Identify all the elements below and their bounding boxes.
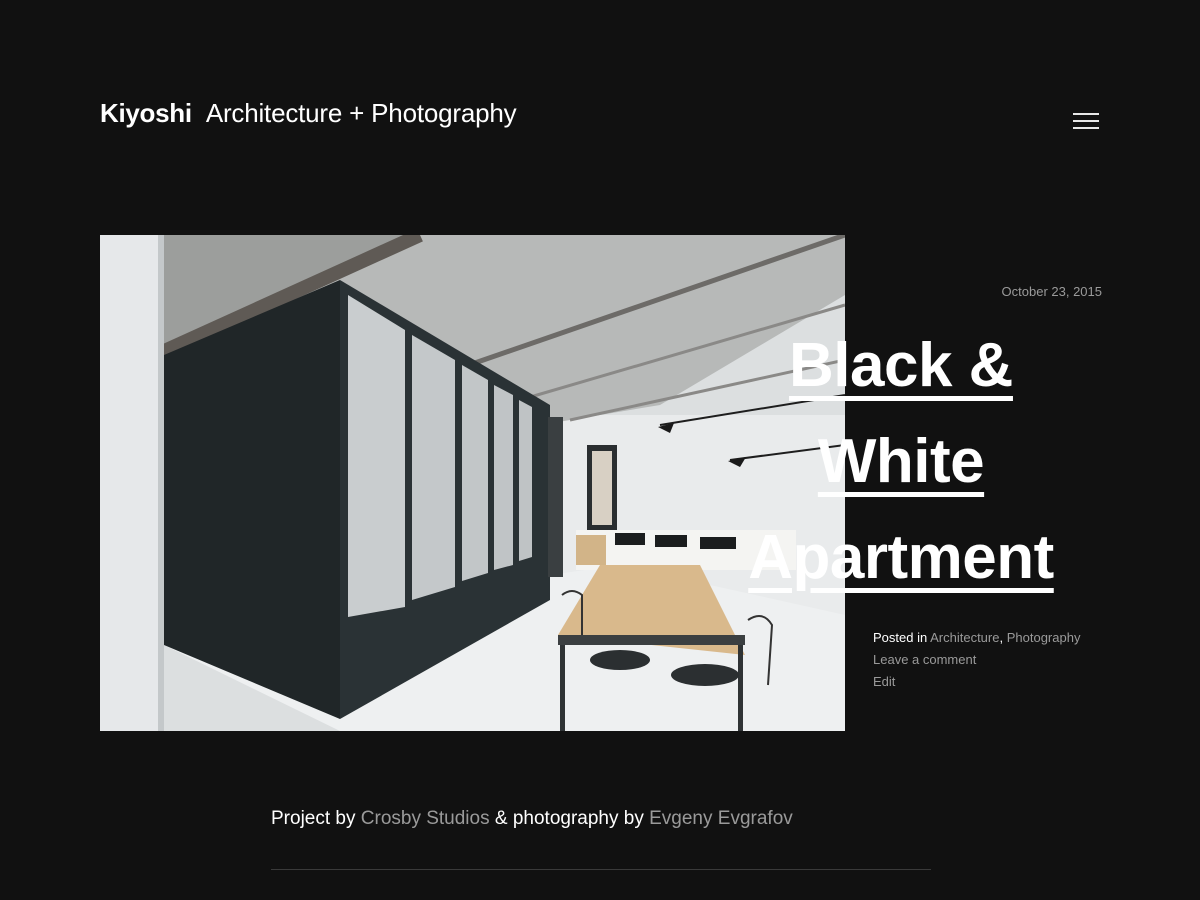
content-prefix: Project by	[271, 808, 356, 829]
post-title: Black & White Apartment	[700, 318, 1102, 606]
photographer-link[interactable]: Evgeny Evgrafov	[649, 808, 793, 829]
content-middle: & photography by	[494, 808, 644, 829]
post-date[interactable]: October 23, 2015	[1002, 284, 1102, 299]
post-content: Project by Crosby Studios & photography …	[271, 808, 931, 830]
post-title-link[interactable]: Black & White Apartment	[748, 331, 1054, 592]
categories-line: Posted in Architecture, Photography	[873, 627, 1080, 649]
category-separator: ,	[999, 630, 1004, 645]
menu-bar-line	[1073, 120, 1099, 122]
posted-in-label: Posted in	[873, 630, 928, 645]
studio-link[interactable]: Crosby Studios	[361, 808, 490, 829]
site-description: Architecture + Photography	[205, 98, 517, 128]
content-divider	[271, 869, 931, 870]
category-photography-link[interactable]: Photography	[1007, 630, 1081, 645]
category-architecture-link[interactable]: Architecture	[930, 630, 999, 645]
post-meta: Posted in Architecture, Photography Leav…	[873, 627, 1080, 693]
hamburger-menu-icon[interactable]	[1073, 111, 1099, 131]
menu-bar-line	[1073, 127, 1099, 129]
leave-comment-link[interactable]: Leave a comment	[873, 649, 1080, 671]
edit-link[interactable]: Edit	[873, 671, 1080, 693]
site-title[interactable]: Kiyoshi	[100, 98, 192, 129]
menu-bar-line	[1073, 113, 1099, 115]
site-header: Kiyoshi Architecture + Photography	[100, 98, 517, 138]
